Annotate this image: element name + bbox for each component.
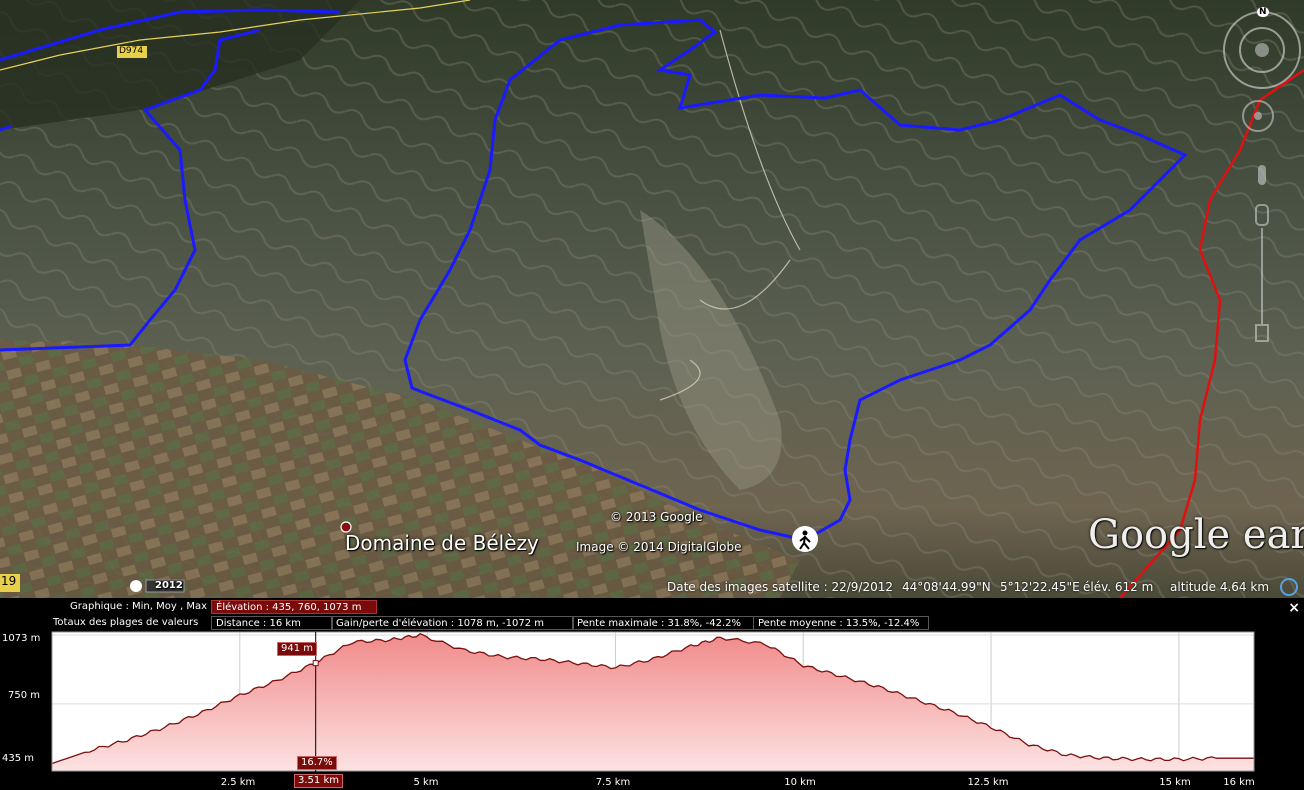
map-view[interactable]: D974 19 Domaine de Bélèzy © 2013 Google … <box>0 0 1304 598</box>
google-earth-logo: Google earth <box>1088 512 1304 558</box>
place-label[interactable]: Domaine de Bélèzy <box>345 531 539 555</box>
compass-north[interactable]: N <box>1257 7 1269 17</box>
eye-altitude: altitude 4.64 km <box>1170 580 1270 594</box>
x-tick-7.5: 7.5 km <box>595 777 631 788</box>
x-tick-12.5: 12.5 km <box>967 777 1009 788</box>
elevation: élév. 612 m <box>1083 580 1154 594</box>
x-tick-2.5: 2.5 km <box>220 777 256 788</box>
x-tick-5: 5 km <box>413 777 439 788</box>
hiker-icon <box>792 526 818 552</box>
status-circle-icon <box>1280 578 1298 596</box>
cursor-distance-tag: 3.51 km <box>294 774 343 788</box>
y-tick-mid: 750 m <box>8 690 41 701</box>
y-tick-min: 435 m <box>2 753 35 764</box>
y-tick-max: 1073 m <box>2 633 41 644</box>
latitude: 44°08'44.99"N <box>902 580 991 594</box>
status-bar: Date des images satellite : 22/9/2012 44… <box>0 578 1304 598</box>
cursor-elevation-tag: 941 m <box>277 642 318 656</box>
elevation-chart[interactable] <box>0 598 1304 790</box>
satellite-imagery <box>0 0 1304 598</box>
x-tick-15: 15 km <box>1159 777 1191 788</box>
road-label: D974 <box>119 46 144 56</box>
cursor-marker <box>312 660 319 667</box>
imagery-credit: Image © 2014 DigitalGlobe <box>576 540 742 554</box>
x-tick-10: 10 km <box>784 777 816 788</box>
imagery-date: Date des images satellite : 22/9/2012 <box>667 580 893 594</box>
longitude: 5°12'22.45"E <box>1000 580 1080 594</box>
x-tick-16: 16 km <box>1223 777 1255 788</box>
copyright-text: © 2013 Google <box>610 510 703 524</box>
cursor-slope-tag: 16.7% <box>297 756 337 770</box>
